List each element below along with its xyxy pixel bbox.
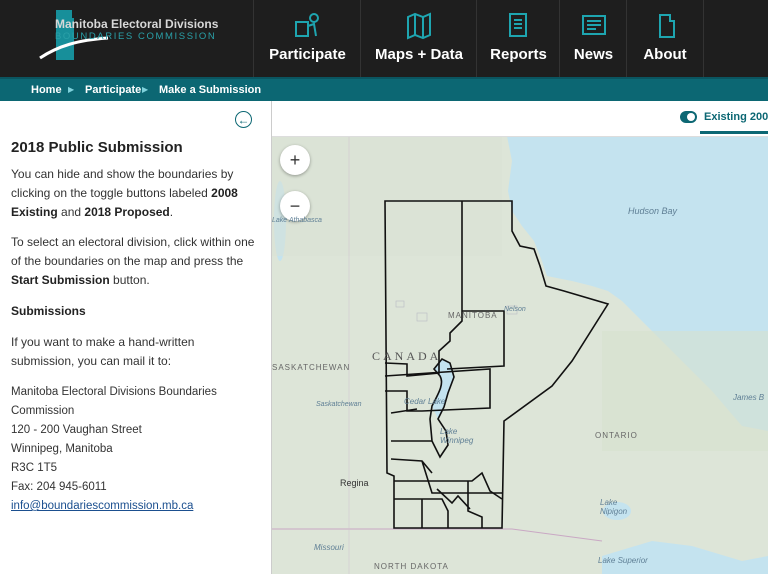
nav-maps-data-label: Maps + Data xyxy=(375,46,463,63)
submissions-heading: Submissions xyxy=(11,304,86,318)
collapse-panel-button[interactable]: ← xyxy=(235,111,252,128)
map-label: Nelson xyxy=(504,306,526,313)
breadcrumb-home[interactable]: Home xyxy=(31,84,62,96)
breadcrumb-current: Make a Submission xyxy=(159,84,262,96)
map-label: Missouri xyxy=(314,543,344,552)
nav-about[interactable]: About xyxy=(626,0,704,77)
map-label: Hudson Bay xyxy=(628,206,678,216)
address-line: Manitoba Electoral Divisions Boundaries xyxy=(11,386,217,398)
map-label: Lake Superior xyxy=(598,556,648,565)
breadcrumb-separator-icon: ▶ xyxy=(142,85,149,94)
about-icon xyxy=(659,14,675,38)
map-label: Lake Nipigon xyxy=(600,498,628,516)
map-label: James B xyxy=(733,393,765,402)
nav-participate[interactable]: Participate xyxy=(253,0,361,77)
instructions-select: To select an electoral division, click w… xyxy=(11,235,255,287)
breadcrumb-participate[interactable]: Participate xyxy=(85,84,141,96)
site-header: Manitoba Electoral Divisions BOUNDARIES … xyxy=(0,0,768,77)
map-icon xyxy=(407,12,431,40)
logo-subtitle: BOUNDARIES COMMISSION xyxy=(55,31,217,42)
map-svg[interactable] xyxy=(272,101,768,574)
mail-instructions: If you want to make a hand-written submi… xyxy=(11,335,195,368)
email-link[interactable]: info@boundariescommission.mb.ca xyxy=(11,500,193,512)
nav-news-label: News xyxy=(573,46,614,63)
nav-maps-data[interactable]: Maps + Data xyxy=(360,0,477,77)
nav-reports-label: Reports xyxy=(490,46,547,63)
participate-icon xyxy=(294,13,319,37)
zoom-in-button[interactable]: + xyxy=(280,145,310,175)
existing-2008-toggle[interactable] xyxy=(680,111,697,123)
submission-panel: ← 2018 Public Submission You can hide an… xyxy=(0,101,272,574)
instructions-toggle: You can hide and show the boundaries by … xyxy=(11,167,238,219)
map-label: MANITOBA xyxy=(448,311,498,320)
map-label: Lake Athabasca xyxy=(272,217,322,224)
page-title: 2018 Public Submission xyxy=(11,139,183,156)
map-label: Cedar Lake xyxy=(404,397,446,406)
breadcrumb: Home ▶ Participate ▶ Make a Submission xyxy=(0,77,768,101)
map-toolbar: Existing 2008 xyxy=(272,101,768,137)
logo-title: Manitoba Electoral Divisions xyxy=(55,17,219,31)
map-label: Regina xyxy=(340,478,369,488)
nav-about-label: About xyxy=(643,46,687,63)
map-canvas[interactable]: + − Hudson Bay MANITOBA CANADA SASKATCHE… xyxy=(272,101,768,574)
map-label: Lake Winnipeg xyxy=(440,427,474,445)
nav-participate-label: Participate xyxy=(269,46,346,63)
arrow-left-icon: ← xyxy=(237,112,250,127)
address-line: 120 - 200 Vaughan Street xyxy=(11,424,142,436)
map-label: SASKATCHEWAN xyxy=(272,363,351,372)
map-label: NORTH DAKOTA xyxy=(374,562,449,571)
nav-reports[interactable]: Reports xyxy=(476,0,560,77)
breadcrumb-separator-icon: ▶ xyxy=(68,85,75,94)
map-label: ONTARIO xyxy=(595,431,638,440)
report-icon xyxy=(508,13,527,37)
address-line: Commission xyxy=(11,405,75,417)
nav-news[interactable]: News xyxy=(559,0,627,77)
news-icon xyxy=(581,15,606,35)
map-label: CANADA xyxy=(372,349,442,363)
existing-2008-label[interactable]: Existing 2008 xyxy=(704,111,768,123)
address-line: Winnipeg, Manitoba xyxy=(11,443,113,455)
address-line: R3C 1T5 xyxy=(11,462,58,474)
active-tab-indicator xyxy=(700,131,768,134)
map-label: Saskatchewan xyxy=(316,401,362,408)
fax-line: Fax: 204 945-6011 xyxy=(11,481,107,493)
